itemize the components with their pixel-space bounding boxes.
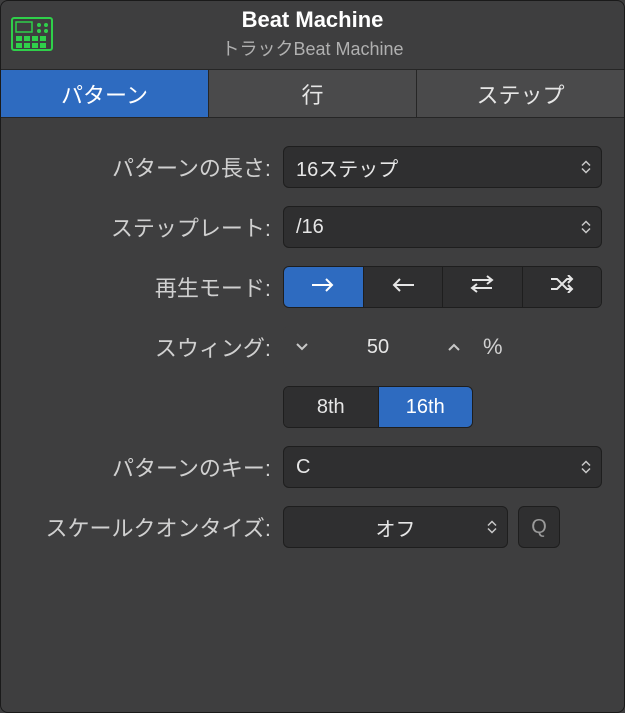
select-pattern-length-value: 16ステップ [296, 153, 398, 182]
select-scale-quantize[interactable]: オフ [283, 506, 508, 548]
play-mode-reverse-button[interactable] [364, 267, 444, 307]
row-swing-resolution: 8th 16th [23, 386, 602, 428]
chevron-down-icon[interactable] [293, 338, 311, 356]
updown-caret-icon [581, 221, 591, 234]
label-pattern-key: パターンのキー: [23, 451, 283, 483]
drum-machine-icon [11, 13, 53, 55]
swing-16th-button[interactable]: 16th [379, 387, 473, 427]
select-pattern-length[interactable]: 16ステップ [283, 146, 602, 188]
row-pattern-key: パターンのキー: C [23, 446, 602, 488]
tab-step[interactable]: ステップ [417, 70, 624, 117]
inspector-window: Beat Machine トラックBeat Machine パターン 行 ステッ… [0, 0, 625, 713]
inspector-body: パターンの長さ: 16ステップ ステップレート: /16 [1, 118, 624, 594]
select-step-rate[interactable]: /16 [283, 206, 602, 248]
tab-pattern[interactable]: パターン [1, 70, 209, 117]
play-mode-forward-button[interactable] [284, 267, 364, 307]
select-step-rate-value: /16 [296, 216, 324, 239]
segmented-play-mode [283, 266, 602, 308]
select-pattern-key-value: C [296, 456, 310, 479]
select-pattern-key[interactable]: C [283, 446, 602, 488]
row-play-mode: 再生モード: [23, 266, 602, 308]
label-pattern-length: パターンの長さ: [23, 151, 283, 183]
label-swing: スウィング: [23, 331, 283, 363]
label-scale-quantize: スケールクオンタイズ: [23, 511, 283, 543]
shuffle-icon [548, 275, 576, 299]
stepper-swing[interactable]: 50 [283, 326, 473, 368]
window-title: Beat Machine [61, 7, 564, 33]
header: Beat Machine トラックBeat Machine [1, 1, 624, 70]
swing-value: 50 [367, 336, 389, 359]
arrow-right-icon [310, 276, 336, 299]
select-scale-quantize-value: オフ [296, 513, 495, 542]
quantize-button[interactable]: Q [518, 506, 560, 548]
label-step-rate: ステップレート: [23, 211, 283, 243]
arrow-left-icon [390, 276, 416, 299]
play-mode-random-button[interactable] [523, 267, 602, 307]
label-play-mode: 再生モード: [23, 271, 283, 303]
row-swing: スウィング: 50 % [23, 326, 602, 368]
swing-unit: % [483, 334, 503, 360]
row-scale-quantize: スケールクオンタイズ: オフ Q [23, 506, 602, 548]
play-mode-pingpong-button[interactable] [443, 267, 523, 307]
tab-row[interactable]: 行 [209, 70, 417, 117]
arrows-pingpong-icon [468, 275, 496, 299]
updown-caret-icon [581, 461, 591, 474]
row-step-rate: ステップレート: /16 [23, 206, 602, 248]
tab-bar: パターン 行 ステップ [1, 70, 624, 118]
updown-caret-icon [581, 161, 591, 174]
row-pattern-length: パターンの長さ: 16ステップ [23, 146, 602, 188]
swing-8th-button[interactable]: 8th [284, 387, 379, 427]
chevron-up-icon[interactable] [445, 338, 463, 356]
segmented-swing-resolution: 8th 16th [283, 386, 473, 428]
updown-caret-icon [487, 521, 497, 534]
window-subtitle: トラックBeat Machine [61, 35, 564, 61]
